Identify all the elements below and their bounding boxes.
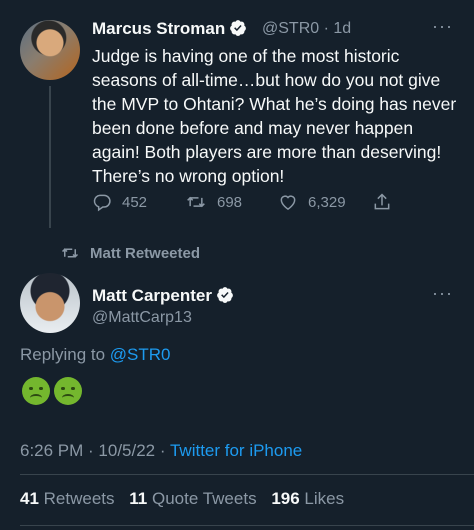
retweet-button[interactable]: 698: [185, 192, 242, 212]
avatar-marcus-stroman[interactable]: [20, 20, 80, 80]
like-count: 6,329: [308, 193, 346, 211]
tweet2-author-name-text[interactable]: Matt Carpenter: [92, 286, 212, 305]
tweet1-text: Judge is having one of the most historic…: [92, 46, 457, 186]
tweet2-time: 6:26 PM: [20, 441, 84, 460]
retweets-label: Retweets: [43, 489, 115, 508]
verified-badge-icon: [230, 20, 247, 36]
retweets-count: 41: [20, 489, 39, 508]
tweet1-more-icon[interactable]: ···: [432, 16, 453, 37]
replying-to-link[interactable]: @STR0: [110, 345, 171, 364]
tweet2-handle[interactable]: @MattCarp13: [92, 309, 192, 327]
tweet1-time[interactable]: 1d: [333, 20, 351, 37]
retweeted-label: Matt Retweeted: [90, 244, 201, 262]
tweet1-handle-time: @STR0 · 1d: [262, 20, 352, 37]
verified-badge-icon: [217, 287, 233, 303]
tweet2-author-name[interactable]: Matt Carpenter: [92, 286, 234, 306]
tweet1-handle[interactable]: @STR0: [262, 20, 319, 37]
heart-icon: [280, 195, 296, 210]
tweet2-source[interactable]: Twitter for iPhone: [170, 441, 302, 460]
replying-prefix: Replying to: [20, 345, 106, 364]
likes-stat[interactable]: 196 Likes: [271, 489, 344, 508]
retweets-stat[interactable]: 41 Retweets: [20, 489, 115, 508]
retweet-icon: [187, 196, 205, 208]
tweet1-share-group: [372, 191, 402, 213]
thread-line: [49, 86, 51, 228]
quotes-stat[interactable]: 11 Quote Tweets: [129, 489, 256, 508]
tweet2-date: 10/5/22: [98, 441, 156, 460]
tweet1-like-group: 6,329: [278, 191, 346, 213]
like-button[interactable]: 6,329: [278, 192, 346, 212]
divider: [20, 474, 474, 475]
tweet1-author-name[interactable]: Marcus Stroman: [92, 19, 247, 39]
reply-icon: [93, 194, 111, 212]
retweeted-header[interactable]: Matt Retweeted: [60, 244, 200, 262]
quotes-count: 11: [129, 489, 148, 508]
retweet-icon: [61, 248, 79, 258]
quotes-label: Quote Tweets: [151, 489, 257, 508]
likes-count: 196: [271, 489, 300, 508]
tweet2-meta: 6:26 PM · 10/5/22 · Twitter for iPhone: [20, 441, 303, 460]
replying-to: Replying to @STR0: [20, 345, 171, 365]
tweet1-retweet-group: 698: [185, 191, 242, 213]
reply-count: 452: [122, 193, 148, 211]
tweet2-more-icon[interactable]: ···: [432, 283, 453, 304]
retweet-count: 698: [217, 193, 243, 211]
avatar-matt-carpenter[interactable]: [20, 273, 80, 333]
nauseated-face-emoji: [54, 377, 82, 405]
likes-label: Likes: [304, 489, 345, 508]
share-button[interactable]: [372, 192, 402, 212]
tweet2-stats: 41 Retweets 11 Quote Tweets 196 Likes: [20, 489, 344, 509]
tweet1-action-bar: 452: [92, 191, 147, 213]
reply-button[interactable]: 452: [92, 192, 147, 212]
nauseated-face-emoji: [22, 377, 50, 405]
tweet1-author-name-text[interactable]: Marcus Stroman: [92, 19, 225, 38]
divider: [20, 525, 474, 526]
share-icon: [374, 193, 390, 210]
